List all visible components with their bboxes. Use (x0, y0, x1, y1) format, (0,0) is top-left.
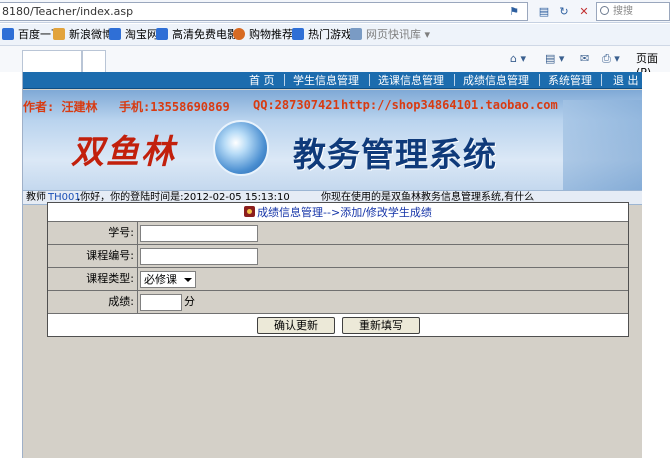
page-right-margin (642, 72, 670, 458)
course-type-select[interactable]: 必修课 (140, 271, 196, 288)
address-input[interactable]: 8180/Teacher/index.asp (0, 2, 528, 21)
banner-brand: 双鱼林 (71, 132, 176, 171)
status-teacher-prefix: 教师 (26, 192, 46, 203)
mail-icon[interactable]: ✉ (580, 52, 589, 66)
nav-course-selection[interactable]: 选课信息管理 (378, 72, 444, 89)
search-input[interactable]: 搜搜 (596, 2, 670, 21)
nav-student-info[interactable]: 学生信息管理 (293, 72, 359, 89)
confirm-update-button[interactable]: 确认更新 (257, 317, 335, 334)
reset-form-button[interactable]: 重新填写 (342, 317, 420, 334)
banner-author: 作者: 汪建林 (23, 100, 98, 114)
row-divider (137, 268, 138, 290)
row-score: 成绩: 分 (48, 291, 628, 314)
nav-divider (454, 74, 455, 86)
browser-address-bar: 8180/Teacher/index.asp ⚑ ▤ ↻ ✕ 搜搜 (0, 0, 670, 23)
banner: 作者: 汪建林 手机:13558690869 QQ:287307421 http… (23, 90, 643, 190)
banner-url: http://shop34864101.taobao.com (341, 98, 558, 112)
page-menu[interactable]: 页面(P) (636, 52, 670, 79)
course-no-input[interactable] (140, 248, 258, 265)
page-content: 首 页 学生信息管理 选课信息管理 成绩信息管理 系统管理 退 出 作者: 汪建… (22, 72, 643, 458)
movie-icon (156, 28, 168, 40)
banner-phone: 手机:13558690869 (119, 100, 230, 114)
form-actions: 确认更新 重新填写 (48, 314, 628, 336)
search-placeholder: 搜搜 (613, 6, 633, 17)
row-course-type: 课程类型: 必修课 (48, 268, 628, 291)
banner-logo-orb (213, 120, 269, 176)
nav-score-info[interactable]: 成绩信息管理 (463, 72, 529, 89)
nav-system[interactable]: 系统管理 (548, 72, 592, 89)
baidu-icon (2, 28, 14, 40)
web-slice-icon (350, 28, 362, 40)
new-tab-button[interactable] (82, 50, 106, 72)
nav-divider (284, 74, 285, 86)
feeds-icon[interactable]: ▤ ▾ (545, 52, 564, 66)
row-divider (137, 222, 138, 244)
score-input[interactable] (140, 294, 182, 311)
nav-divider (539, 74, 540, 86)
top-nav: 首 页 学生信息管理 选课信息管理 成绩信息管理 系统管理 退 出 (23, 72, 643, 89)
form-title: 成绩信息管理-->添加/修改学生成绩 (257, 206, 432, 219)
compatibility-icon[interactable]: ⚑ (504, 3, 524, 20)
form-header: 成绩信息管理-->添加/修改学生成绩 (48, 203, 628, 222)
fav-weibo[interactable]: 新浪微博 (53, 27, 113, 43)
student-no-label: 学号: (108, 226, 134, 239)
banner-qq: QQ:287307421 (253, 98, 340, 112)
edit-icon (244, 206, 256, 217)
weibo-icon (53, 28, 65, 40)
home-icon[interactable]: ⌂ ▾ (510, 52, 526, 66)
score-unit: 分 (184, 295, 195, 308)
favorites-bar: 百度一下 新浪微博 淘宝网 高清免费电影 购物推荐 热门游戏 网页快讯库 ▾ (0, 24, 670, 46)
nav-logout[interactable]: 退 出 (613, 72, 639, 89)
row-divider (137, 291, 138, 313)
fav-web-slice[interactable]: 网页快讯库 ▾ (350, 27, 430, 43)
banner-title: 教务管理系统 (293, 135, 497, 174)
chevron-down-icon (184, 278, 192, 282)
games-icon (292, 28, 304, 40)
search-icon (600, 6, 609, 15)
row-student-no: 学号: (48, 222, 628, 245)
fav-taobao[interactable]: 淘宝网 (109, 27, 158, 43)
nav-divider (601, 74, 602, 86)
student-no-input[interactable] (140, 225, 258, 242)
command-bar: ⌂ ▾ ▤ ▾ ✉ ⎙ ▾ 页面(P) (0, 46, 670, 79)
banner-decoration (563, 100, 643, 190)
stop-icon[interactable]: ✕ (576, 3, 592, 20)
fav-games[interactable]: 热门游戏 (292, 27, 352, 43)
fav-movies[interactable]: 高清免费电影 (156, 27, 238, 43)
rss-icon[interactable]: ▤ (536, 3, 552, 20)
taobao-icon (109, 28, 121, 40)
course-no-label: 课程编号: (86, 249, 134, 262)
browser-tab[interactable] (22, 50, 82, 72)
shopping-icon (233, 28, 245, 40)
print-icon[interactable]: ⎙ ▾ (602, 52, 620, 66)
nav-home[interactable]: 首 页 (249, 72, 275, 89)
fav-shopping[interactable]: 购物推荐 (233, 27, 293, 43)
course-type-value: 必修课 (144, 273, 177, 286)
course-type-label: 课程类型: (86, 272, 134, 285)
row-course-no: 课程编号: (48, 245, 628, 268)
refresh-icon[interactable]: ↻ (556, 3, 572, 20)
score-label: 成绩: (108, 295, 134, 308)
row-divider (137, 245, 138, 267)
nav-divider (369, 74, 370, 86)
score-form: 成绩信息管理-->添加/修改学生成绩 学号: 课程编号: 课程类型: 必修课 成… (47, 202, 629, 337)
